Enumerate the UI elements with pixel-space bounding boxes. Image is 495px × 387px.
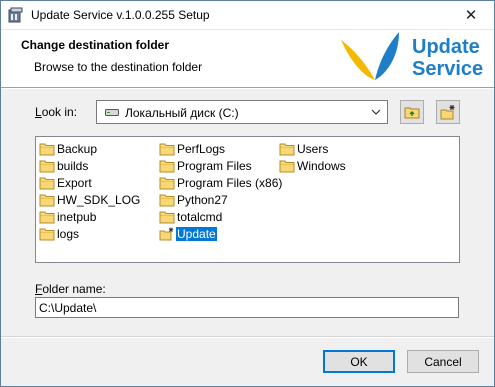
look-in-label-text: ook in: [41,105,78,119]
folder-item-export[interactable]: Export [39,175,93,191]
folder-label: Backup [57,142,98,156]
folder-label: logs [57,227,80,241]
look-in-mnemonic: L [35,105,42,119]
folder-item-program-files[interactable]: Program Files [159,158,253,174]
folder-item-inetpub[interactable]: inetpub [39,209,97,225]
folder-item-logs[interactable]: logs [39,226,80,242]
folder-icon [159,211,175,224]
folder-label: Users [297,142,329,156]
folder-icon [279,143,295,156]
folder-item-backup[interactable]: Backup [39,141,98,157]
folder-label: Windows [297,159,346,173]
logo-wordmark: Update Service [412,36,483,80]
logo-line-1: Update [412,36,480,58]
folder-icon [159,160,175,173]
folder-label: Program Files (x86) [177,176,283,190]
folder-label: Python27 [177,193,228,207]
folder-label: HW_SDK_LOG [57,193,141,207]
folder-icon [39,211,55,224]
folder-icon [159,194,175,207]
ok-button[interactable]: OK [323,350,395,373]
folder-item-update[interactable]: Update [159,226,217,242]
footer-divider-highlight [1,337,494,338]
header-divider-highlight [1,88,494,89]
folder-item-hw-sdk-log[interactable]: HW_SDK_LOG [39,192,141,208]
folder-name-label: Folder name: [35,282,106,296]
folder-item-python27[interactable]: Python27 [159,192,229,208]
folder-item-users[interactable]: Users [279,141,329,157]
folder-list[interactable]: Backup builds Export HW_SDK_LOG inetpub … [35,136,460,263]
window-title: Update Service v.1.0.0.255 Setup [31,8,210,22]
folder-name-input[interactable] [35,297,459,318]
update-service-logo: Update Service [337,32,487,86]
folder-icon [39,177,55,190]
folder-label: Export [57,176,92,190]
look-in-label: Look in: [35,105,77,119]
installer-app-icon [8,7,23,23]
logo-mark-icon [341,32,399,80]
folder-label: builds [57,159,89,173]
folder-icon [39,228,55,241]
folder-item-windows[interactable]: Windows [279,158,347,174]
folder-icon [39,194,55,207]
folder-icon [39,143,55,156]
folder-name-label-text: older name: [42,282,106,296]
folder-up-icon [404,107,420,119]
folder-label: totalcmd [177,210,223,224]
new-folder-icon [159,227,174,241]
close-icon: ✕ [464,7,478,24]
folder-item-builds[interactable]: builds [39,158,89,174]
folder-label: inetpub [57,210,97,224]
new-folder-button[interactable] [436,100,460,124]
page-subtitle: Browse to the destination folder [34,60,203,74]
folder-label: Update [176,227,217,241]
close-button[interactable]: ✕ [448,1,494,29]
folder-item-totalcmd[interactable]: totalcmd [159,209,223,225]
title-bar[interactable]: Update Service v.1.0.0.255 Setup ✕ [1,1,494,29]
up-one-level-button[interactable] [400,100,424,124]
cancel-button[interactable]: Cancel [407,350,479,373]
folder-item-perflogs[interactable]: PerfLogs [159,141,226,157]
folder-icon [159,143,175,156]
setup-window: Update Service v.1.0.0.255 Setup ✕ Chang… [0,0,495,387]
wizard-header: Change destination folder Browse to the … [1,29,494,87]
folder-item-program-files-x86[interactable]: Program Files (x86) [159,175,283,191]
logo-line-2: Service [412,58,484,80]
look-in-dropdown[interactable]: Локальный диск (C:) [96,100,388,124]
new-folder-icon [440,105,455,120]
folder-icon [279,160,295,173]
folder-icon [159,177,175,190]
drive-icon [105,109,119,116]
chevron-down-icon [371,109,381,115]
look-in-value: Локальный диск (C:) [125,106,239,120]
folder-icon [39,160,55,173]
page-title: Change destination folder [21,38,170,52]
folder-label: Program Files [177,159,252,173]
folder-label: PerfLogs [177,142,226,156]
